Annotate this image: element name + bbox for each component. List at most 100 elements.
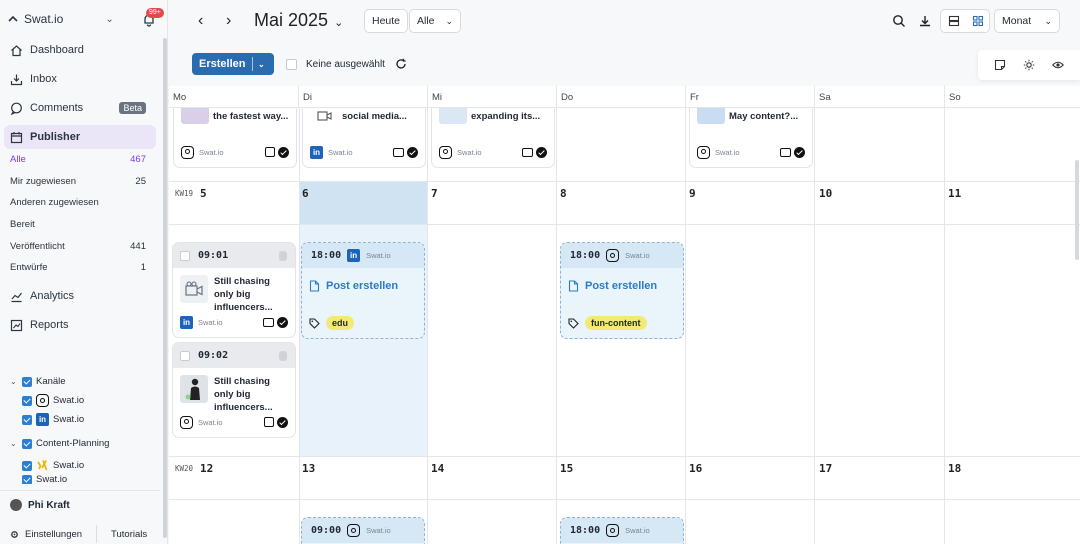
filter-all[interactable]: Alle 467 <box>0 149 160 171</box>
nav-publisher[interactable]: Publisher <box>4 125 156 149</box>
draft-post-slot[interactable]: 18:00 Swat.io Post erstellen fun-content <box>560 242 684 339</box>
filter-dropdown[interactable]: Alle ⌄ <box>409 9 461 33</box>
instagram-icon <box>347 524 361 537</box>
day-number[interactable]: 15 <box>560 462 573 475</box>
day-number[interactable]: 8 <box>560 187 567 200</box>
tree-item-linkedin[interactable]: in Swat.io <box>10 410 160 429</box>
today-button[interactable]: Heute <box>364 9 409 33</box>
image-type-icon <box>522 147 533 157</box>
day-number[interactable]: 13 <box>302 462 315 475</box>
create-post-link[interactable]: Post erstellen <box>309 280 398 292</box>
day-number[interactable]: 7 <box>431 187 438 200</box>
eye-icon[interactable] <box>1052 59 1064 71</box>
checkbox-checked[interactable] <box>22 438 32 449</box>
gear-icon[interactable] <box>10 530 19 539</box>
chevron-down-icon[interactable]: ⌄ <box>258 60 265 69</box>
filter-assigned-to-others[interactable]: Anderen zugewiesen <box>0 192 160 214</box>
day-number[interactable]: 5 <box>200 187 207 200</box>
day-number[interactable]: 17 <box>819 462 832 475</box>
home-icon <box>11 44 22 56</box>
note-icon[interactable] <box>994 59 1006 71</box>
post-preview-text: social media... <box>342 111 407 122</box>
draft-post-slot[interactable]: 18:00 Swat.io <box>560 517 684 544</box>
day-number[interactable]: 9 <box>689 187 696 200</box>
layout-toggle <box>940 9 990 33</box>
nav-inbox[interactable]: Inbox <box>0 67 160 91</box>
day-number[interactable]: 12 <box>200 462 213 475</box>
post-card[interactable]: 09:02 Still chasing only big influencers… <box>172 342 296 438</box>
day-number[interactable]: 11 <box>948 187 961 200</box>
list-view-icon[interactable] <box>948 15 960 27</box>
beta-badge: Beta <box>119 102 146 114</box>
checkbox-checked[interactable] <box>22 376 32 387</box>
grid-line <box>169 224 1080 225</box>
post-card[interactable]: the fastest way... Swat.io <box>173 108 297 168</box>
search-icon[interactable] <box>892 14 906 28</box>
select-all-checkbox[interactable] <box>286 59 297 70</box>
tree-item-instagram[interactable]: Swat.io <box>10 391 160 410</box>
checkbox-checked[interactable] <box>22 395 32 406</box>
reports-icon <box>10 319 23 331</box>
user-profile[interactable]: Phi Kraft <box>10 499 70 511</box>
tree-item-xing[interactable]: Swat.io <box>10 456 160 475</box>
filter-ready[interactable]: Bereit <box>0 214 160 236</box>
post-select-checkbox[interactable] <box>180 250 190 261</box>
checkbox-checked[interactable] <box>22 475 32 484</box>
post-card[interactable]: social media... in Swat.io <box>302 108 426 168</box>
post-preview-text: Still chasing only big influencers... <box>214 376 273 413</box>
tree-group-channels[interactable]: ⌄ Kanäle <box>10 372 160 391</box>
published-check-icon <box>407 146 418 158</box>
workspace-name: Swat.io <box>24 12 64 26</box>
nav-analytics[interactable]: Analytics <box>0 284 160 308</box>
post-card[interactable]: expanding its... Swat.io <box>431 108 555 168</box>
tree-group-content-planning[interactable]: ⌄ Content-Planning <box>10 434 160 453</box>
day-number[interactable]: 14 <box>431 462 444 475</box>
filter-drafts[interactable]: Entwürfe 1 <box>0 257 160 279</box>
calendar-scrollbar[interactable] <box>1075 160 1079 260</box>
workspace-switcher[interactable]: Swat.io ⌄ <box>8 12 114 26</box>
day-number[interactable]: 16 <box>689 462 702 475</box>
create-button[interactable]: Erstellen ⌄ <box>192 53 274 75</box>
download-icon[interactable] <box>918 14 932 28</box>
draft-post-slot[interactable]: 18:00 in Swat.io Post erstellen edu <box>301 242 425 339</box>
previous-month-button[interactable]: ‹ <box>198 12 203 30</box>
sidebar-scrollbar[interactable] <box>163 38 167 538</box>
content-tag[interactable]: fun-content <box>585 316 647 330</box>
day-number[interactable]: 10 <box>819 187 832 200</box>
sun-icon[interactable] <box>1023 59 1035 71</box>
chevron-down-icon[interactable]: ⌄ <box>10 377 18 386</box>
draft-post-slot[interactable]: 09:00 Swat.io <box>301 517 425 544</box>
nav-reports[interactable]: Reports <box>0 313 160 337</box>
day-number[interactable]: 18 <box>948 462 961 475</box>
month-picker[interactable]: Mai 2025 ⌄ <box>254 10 343 31</box>
linkedin-icon: in <box>310 145 323 159</box>
tutorials-link[interactable]: Tutorials <box>111 529 147 540</box>
chevron-down-icon[interactable]: ⌄ <box>10 439 18 448</box>
checkbox-checked[interactable] <box>22 460 32 471</box>
nav-comments[interactable]: Comments Beta <box>0 96 160 120</box>
post-thumbnail <box>697 108 725 124</box>
view-dropdown[interactable]: Monat ⌄ <box>994 9 1060 33</box>
sidebar: Swat.io ⌄ 99+ Dashboard Inbox Comments B… <box>0 0 168 544</box>
instagram-icon <box>606 249 620 262</box>
content-tag[interactable]: edu <box>326 316 355 330</box>
post-card[interactable]: May content?... Swat.io <box>689 108 813 168</box>
post-preview-text: Still chasing only big influencers... <box>214 276 273 313</box>
refresh-icon[interactable] <box>395 58 407 70</box>
nav-dashboard[interactable]: Dashboard <box>0 38 160 62</box>
tree-item-partial[interactable]: Swat.io <box>10 475 160 484</box>
tree-item-label: Swat.io <box>53 395 85 406</box>
post-card[interactable]: 09:01 Still chasing only big influencers… <box>172 242 296 338</box>
filter-published[interactable]: Veröffentlicht 441 <box>0 235 160 257</box>
create-post-link[interactable]: Post erstellen <box>568 280 657 292</box>
document-icon <box>568 280 579 292</box>
next-month-button[interactable]: › <box>226 12 231 30</box>
checkbox-checked[interactable] <box>22 414 32 425</box>
filter-assigned-to-me[interactable]: Mir zugewiesen 25 <box>0 171 160 193</box>
settings-link[interactable]: Einstellungen <box>25 529 82 540</box>
chevron-down-icon: ⌄ <box>1044 15 1052 26</box>
day-number[interactable]: 6 <box>302 187 309 200</box>
grid-view-icon[interactable] <box>972 15 984 27</box>
post-time: 09:02 <box>198 350 229 361</box>
post-select-checkbox[interactable] <box>180 350 190 361</box>
